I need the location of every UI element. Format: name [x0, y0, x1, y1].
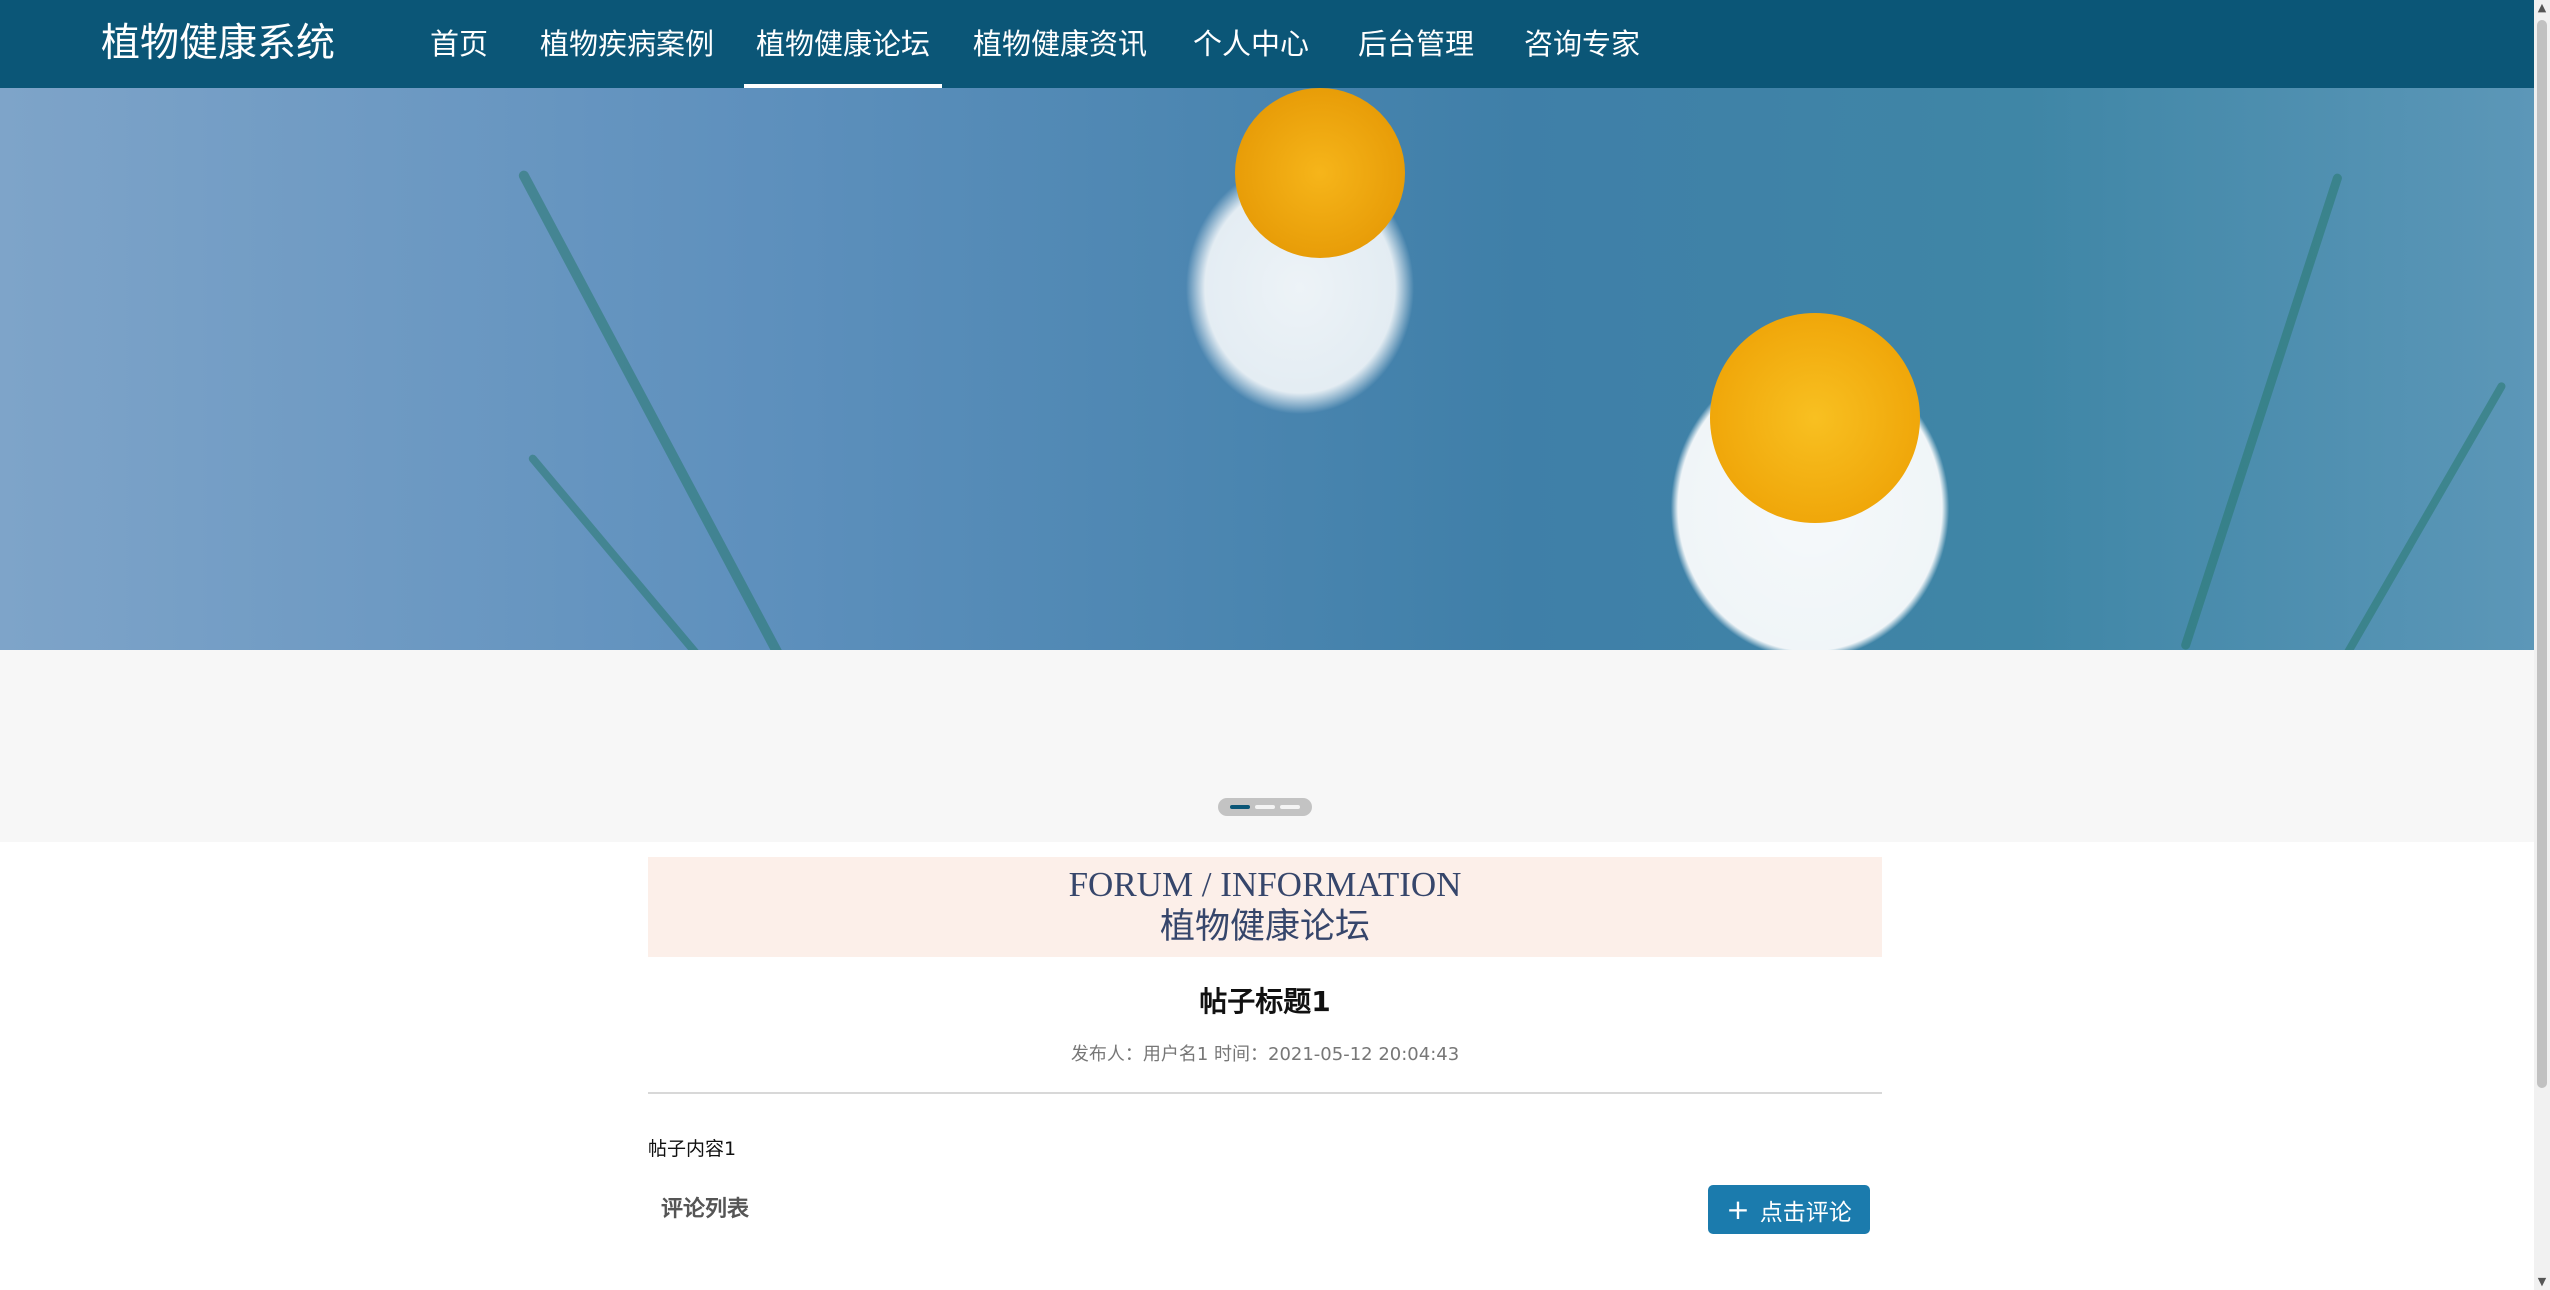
post-title: 帖子标题1 [1199, 985, 1331, 1018]
top-navigation-bar: 植物健康系统 首页 植物疾病案例 植物健康论坛 植物健康资讯 个人中心 后台管理… [0, 0, 2534, 88]
carousel-indicator[interactable] [1218, 798, 1312, 816]
carousel-dot-3[interactable] [1280, 805, 1300, 809]
grass-blade [2340, 380, 2507, 650]
daisy-center-front [1710, 313, 1920, 523]
nav-item-admin[interactable]: 后台管理 [1358, 0, 1474, 88]
post-meta: 发布人：用户名1 时间：2021-05-12 20:04:43 [1070, 1044, 1460, 1065]
carousel-dot-1[interactable] [1230, 805, 1250, 809]
grass-blade [527, 453, 727, 650]
nav-item-personal-center[interactable]: 个人中心 [1193, 0, 1309, 88]
plus-icon: + [1726, 1192, 1750, 1226]
add-comment-button-label: 点击评论 [1759, 1199, 1852, 1226]
grass-blade [2180, 172, 2344, 650]
page: 植物健康系统 首页 植物疾病案例 植物健康论坛 植物健康资讯 个人中心 后台管理… [0, 0, 2550, 1290]
forum-heading-cn: 植物健康论坛 [1159, 907, 1370, 946]
grass-blade [517, 168, 789, 650]
nav-item-forum[interactable]: 植物健康论坛 [743, 0, 943, 88]
nav-item-consult-expert[interactable]: 咨询专家 [1524, 0, 1640, 88]
nav-item-news[interactable]: 植物健康资讯 [973, 0, 1147, 88]
comment-list-label: 评论列表 [661, 1197, 750, 1222]
add-comment-button[interactable]: + 点击评论 [1708, 1185, 1870, 1234]
forum-heading-en: FORUM / INFORMATION [1068, 865, 1462, 904]
forum-section-header: FORUM / INFORMATION 植物健康论坛 [648, 857, 1882, 957]
nav-item-home[interactable]: 首页 [430, 0, 488, 88]
scrollbar-thumb[interactable] [2537, 20, 2547, 1088]
nav-item-disease-cases[interactable]: 植物疾病案例 [540, 0, 714, 88]
divider [648, 1092, 1882, 1094]
daisy-center-back [1235, 88, 1405, 258]
carousel-dot-2[interactable] [1255, 805, 1275, 809]
post-content: 帖子内容1 [648, 1138, 737, 1160]
scroll-down-arrow-icon[interactable]: ▼ [2534, 1274, 2550, 1290]
banner-image [0, 88, 2534, 650]
site-brand[interactable]: 植物健康系统 [101, 16, 335, 72]
scroll-up-arrow-icon[interactable]: ▲ [2534, 0, 2550, 16]
